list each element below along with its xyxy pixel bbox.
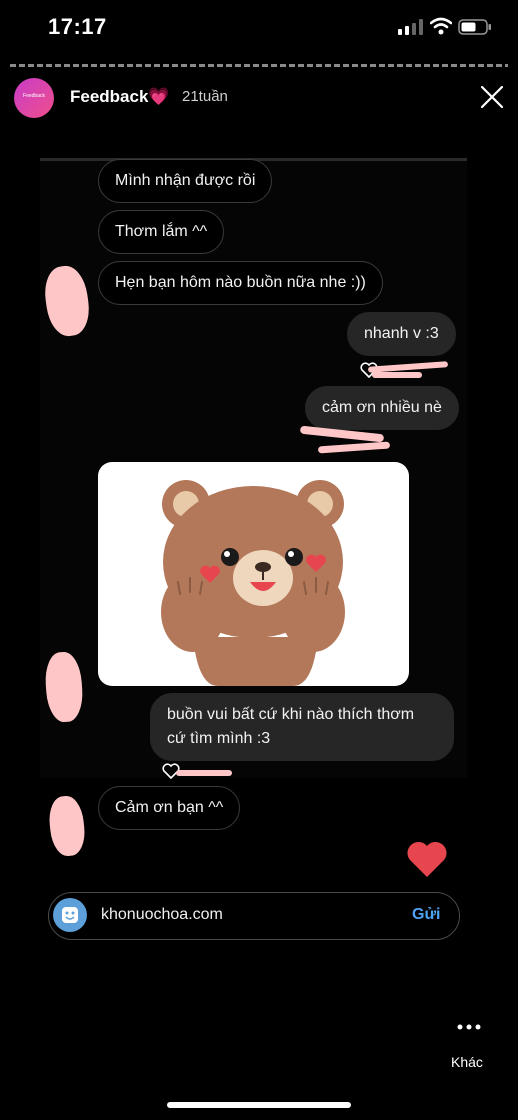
redaction-scribble [46,794,88,858]
message-bubble: Mình nhận được rồi [98,159,273,203]
message-bubble-outgoing: buồn vui bất cứ khi nào thích thơm cứ tì… [150,693,454,761]
story-progress-bar [10,64,508,67]
avatar-label: Feedback [23,93,45,99]
cellular-signal-icon [398,19,423,35]
bear-sticker [98,462,409,686]
status-time: 17:17 [48,14,107,39]
close-icon[interactable] [480,85,504,109]
more-label[interactable]: Khác [451,1054,483,1070]
message-bubble-outgoing: nhanh v :3 [347,312,456,356]
message-bubble: Thơm lắm ^^ [98,210,225,254]
like-heart-icon[interactable] [406,840,448,878]
reply-input[interactable]: khonuochoa.com [101,906,223,924]
sticker-icon[interactable] [53,898,87,932]
story-time-ago: 21tuần [182,88,228,105]
redaction-scribble [372,372,422,378]
message-bubble: Hẹn bạn hôm nào buồn nữa nhe :)) [98,261,383,305]
redaction-scribble [176,770,232,776]
home-indicator[interactable] [167,1102,351,1108]
message-bubble-outgoing: cảm ơn nhiều nè [305,386,459,430]
battery-icon [458,19,491,35]
more-icon[interactable] [457,1024,481,1030]
message-bubble: Cảm ơn bạn ^^ [98,786,241,830]
wifi-icon [430,17,452,35]
send-button[interactable]: Gửi [412,906,440,924]
story-username[interactable]: Feedback💗 [70,87,170,107]
